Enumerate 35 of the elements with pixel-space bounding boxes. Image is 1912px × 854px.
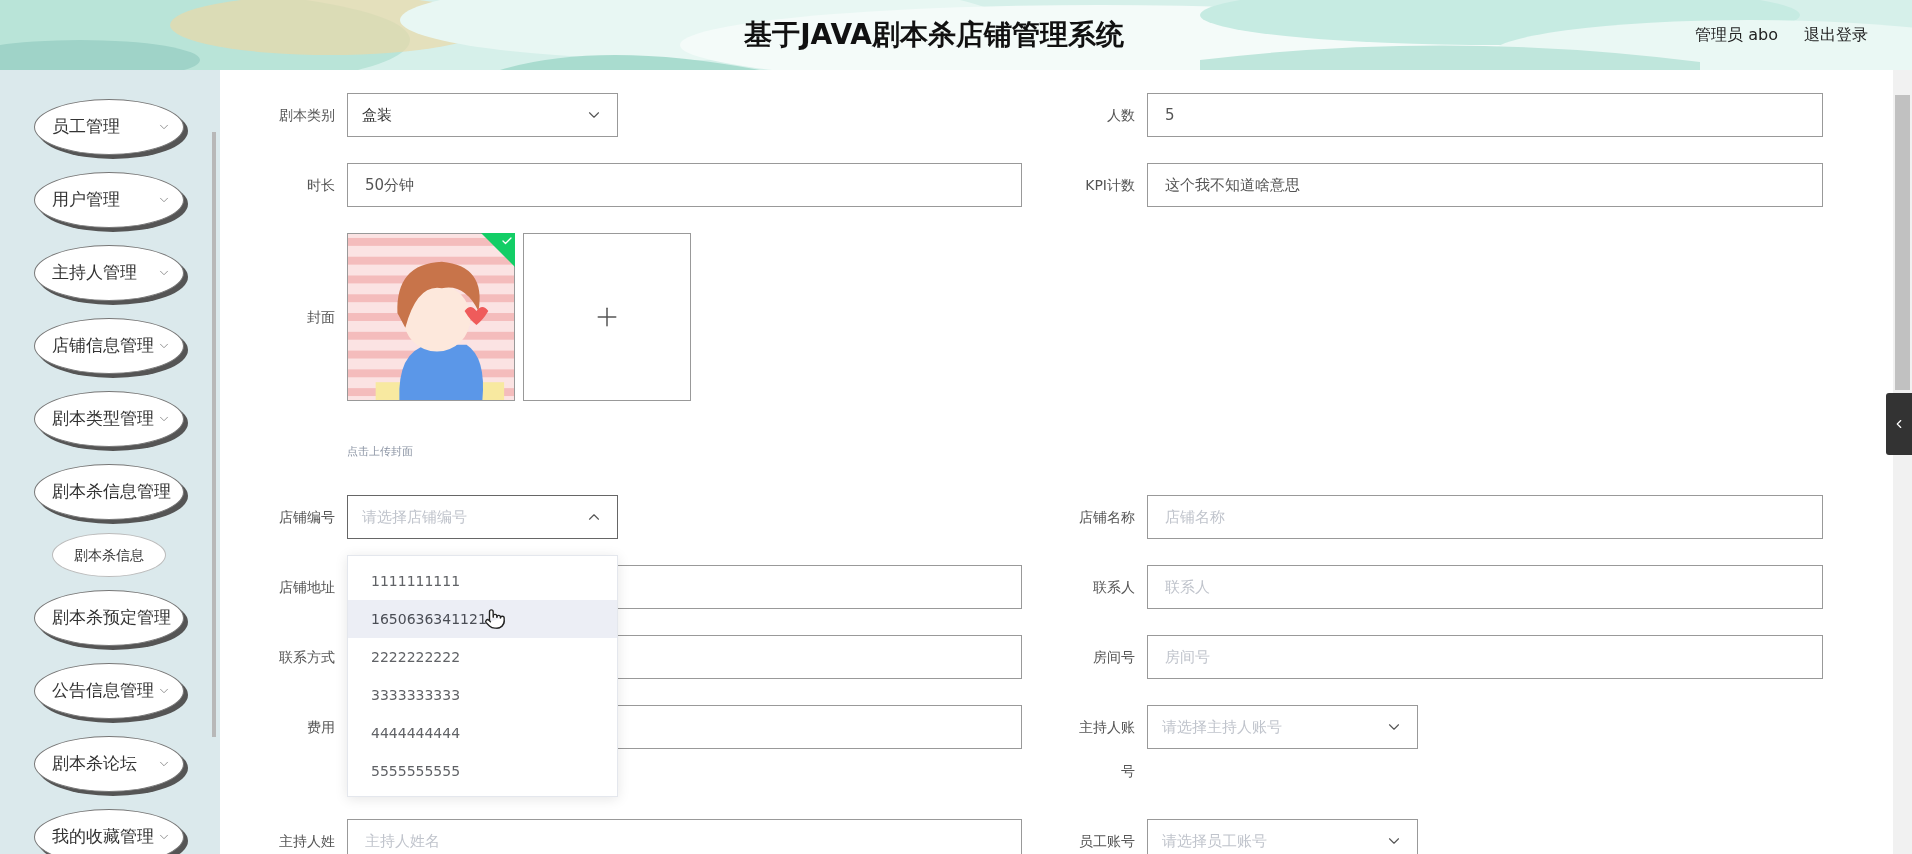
dropdown-option[interactable]: 2222222222 (348, 638, 617, 676)
dropdown-option[interactable]: 1111111111 (348, 562, 617, 600)
field-label: 时长 (306, 176, 335, 195)
field-label: 主持人姓 (278, 832, 335, 851)
dropdown-option[interactable]: 5555555555 (348, 752, 617, 790)
scrollbar-thumb[interactable] (1895, 95, 1910, 390)
field-label: 店铺编号 (278, 508, 335, 527)
field-label: 主持人账号 (1078, 718, 1135, 781)
user-name: 管理员 abo (1695, 24, 1778, 46)
field-label: 人数 (1106, 106, 1135, 125)
input-field[interactable]: 5 (1147, 93, 1823, 137)
field-label: 店铺名称 (1078, 508, 1135, 527)
field-label: 剧本类别 (278, 106, 335, 125)
field-label: 店铺地址 (278, 578, 335, 597)
sidebar-item[interactable]: 我的收藏管理 (34, 809, 184, 854)
dropdown-option[interactable]: 3333333333 (348, 676, 617, 714)
hand-cursor-icon (484, 606, 506, 632)
app-title: 基于JAVA剧本杀店铺管理系统 (744, 17, 1124, 53)
dropdown-option[interactable]: 4444444444 (348, 714, 617, 752)
field-label: KPI计数 (1084, 176, 1135, 195)
input-field[interactable]: 这个我不知道啥意思 (1147, 163, 1823, 207)
logout-link[interactable]: 退出登录 (1804, 23, 1868, 47)
field-label: 员工账号 (1078, 832, 1135, 851)
upload-hint: 点击上传封面 (347, 445, 413, 459)
field-label: 封面 (306, 308, 335, 327)
select-field[interactable]: 盒装 (347, 93, 618, 137)
scrollbar-thumb[interactable] (212, 132, 216, 737)
field-label: 房间号 (1092, 648, 1135, 667)
input-field[interactable]: 50分钟 (347, 163, 1022, 207)
field-label: 联系人 (1092, 578, 1135, 597)
dropdown-option[interactable]: 1650636341121 (348, 600, 617, 638)
upload-button[interactable] (523, 233, 691, 401)
field-label: 联系方式 (278, 648, 335, 667)
sidebar-subitem[interactable]: 剧本杀信息 (52, 533, 166, 577)
field-label: 费用 (306, 718, 335, 737)
